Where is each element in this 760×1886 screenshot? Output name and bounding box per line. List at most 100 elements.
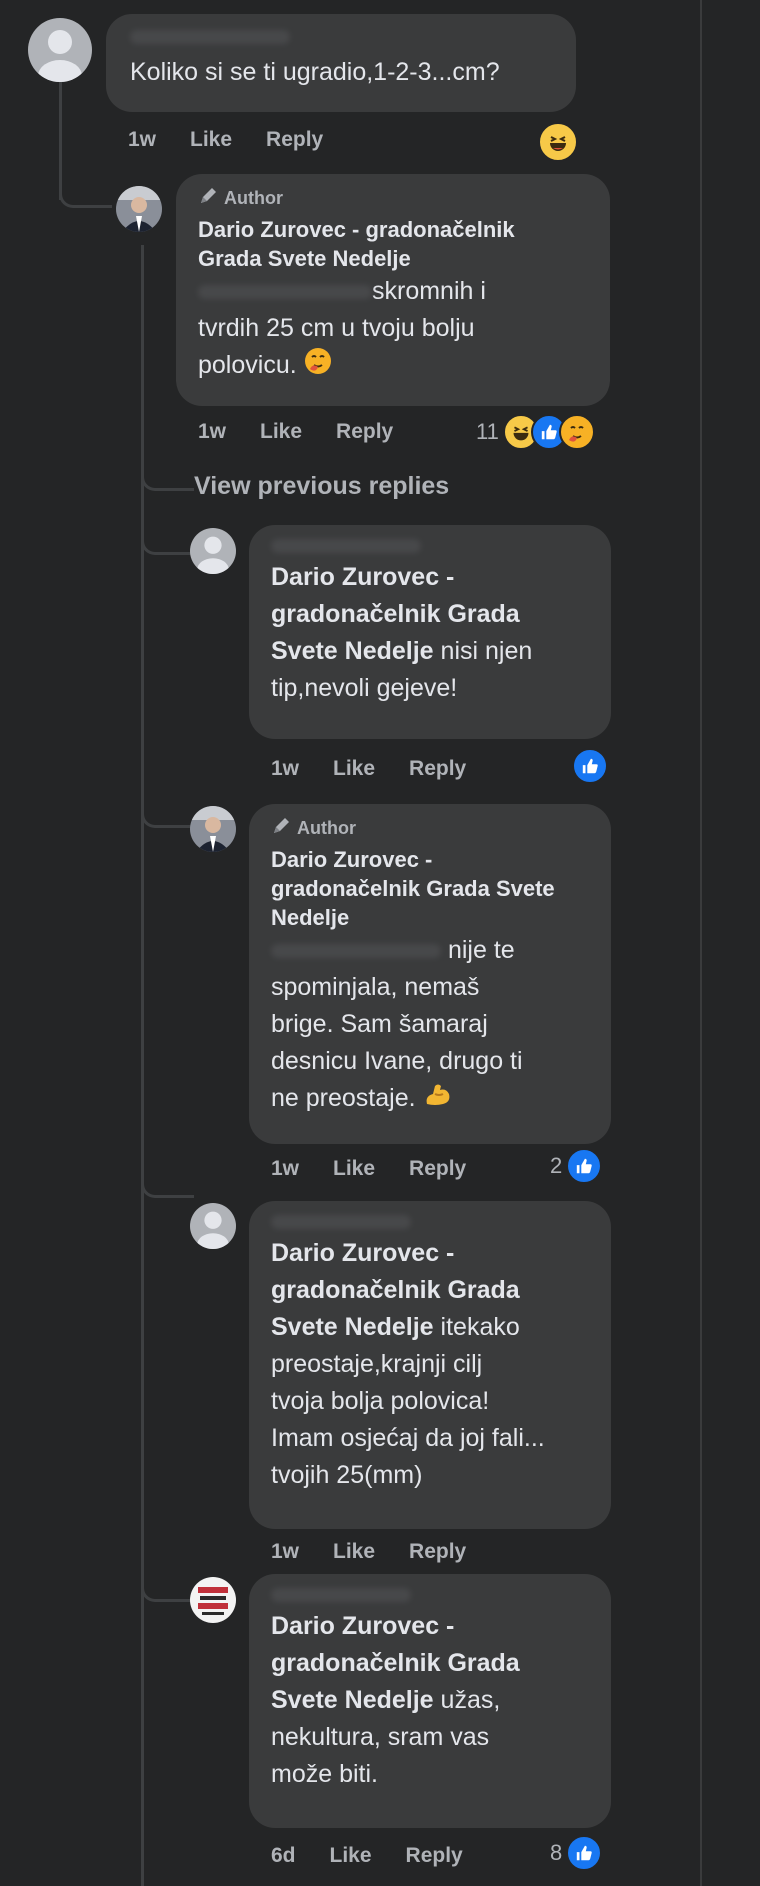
- mention-link[interactable]: Dario Zurovec -: [271, 1239, 454, 1267]
- comment-text: Dario Zurovec - gradonačelnik Grada Svet…: [271, 1608, 589, 1793]
- comment-text: skromnih i tvrdih 25 cm u tvoju bolju po…: [198, 273, 588, 386]
- blurred-commenter-name: [130, 28, 552, 46]
- text-line: preostaje,krajnji cilj: [271, 1350, 483, 1378]
- care-face-icon: [558, 414, 595, 450]
- like-button[interactable]: Like: [333, 1540, 375, 1564]
- thread-elbow-5: [141, 1150, 194, 1198]
- reaction-summary[interactable]: [536, 122, 578, 162]
- comment-bubble: Dario Zurovec - gradonačelnik Grada Svet…: [249, 525, 611, 739]
- text-line: nije te: [447, 936, 515, 964]
- reply-button[interactable]: Reply: [409, 1540, 466, 1564]
- comment-bubble: Author Dario Zurovec - gradonačelnik Gra…: [176, 174, 610, 406]
- blurred-commenter-name: [271, 1213, 589, 1231]
- thread-elbow-3: [141, 510, 194, 555]
- comment-bubble: Dario Zurovec - gradonačelnik Grada Svet…: [249, 1574, 611, 1828]
- author-avatar[interactable]: [116, 186, 162, 232]
- author-badge-label: Author: [224, 188, 283, 208]
- thumbs-up-icon: [566, 1148, 603, 1184]
- reaction-summary[interactable]: 8: [550, 1835, 603, 1871]
- reaction-summary[interactable]: 2: [550, 1148, 603, 1184]
- thread-elbow-2: [141, 440, 194, 491]
- thread-line-replies: [141, 245, 144, 1886]
- timestamp[interactable]: 1w: [271, 1157, 299, 1181]
- text-line: ne preostaje.: [271, 1084, 416, 1113]
- reply-button[interactable]: Reply: [409, 1157, 466, 1181]
- text-line: itekako: [440, 1313, 520, 1341]
- commenter-name-line: Dario Zurovec - gradonačelnik: [198, 217, 515, 242]
- pencil-icon: [198, 186, 218, 211]
- comment-actions: 1w Like Reply: [271, 1157, 500, 1181]
- timestamp[interactable]: 6d: [271, 1844, 296, 1868]
- laughing-face-icon: [538, 122, 578, 162]
- comment-actions: 6d Like Reply: [271, 1844, 497, 1868]
- reaction-count: 11: [476, 419, 499, 444]
- text-line: skromnih i: [372, 277, 486, 305]
- author-badge: Author: [198, 186, 588, 211]
- mention-link[interactable]: gradonačelnik Grada: [271, 1649, 520, 1677]
- mention-link[interactable]: Svete Nedelje: [271, 1686, 434, 1714]
- mention-link[interactable]: Svete Nedelje: [271, 1313, 434, 1341]
- reply-button[interactable]: Reply: [406, 1844, 463, 1868]
- comment-text: Dario Zurovec - gradonačelnik Grada Svet…: [271, 559, 589, 707]
- comment-actions: 1w Like Reply: [271, 1540, 500, 1564]
- timestamp[interactable]: 1w: [271, 1540, 299, 1564]
- author-badge-label: Author: [297, 818, 356, 838]
- thumbs-up-icon: [572, 748, 608, 784]
- like-button[interactable]: Like: [190, 128, 232, 152]
- comment-text: Dario Zurovec - gradonačelnik Grada Svet…: [271, 1235, 589, 1494]
- timestamp[interactable]: 1w: [128, 128, 156, 152]
- text-line: užas,: [440, 1686, 501, 1714]
- default-avatar-icon[interactable]: [190, 1203, 236, 1249]
- timestamp[interactable]: 1w: [271, 757, 299, 781]
- mention-link[interactable]: Dario Zurovec -: [271, 1612, 454, 1640]
- reaction-summary[interactable]: 11: [476, 414, 595, 450]
- commenter-name-line: Nedelje: [271, 905, 350, 930]
- text-line: Imam osjećaj da joj fali...: [271, 1424, 545, 1452]
- mention-link[interactable]: gradonačelnik Grada: [271, 1276, 520, 1304]
- blurred-commenter-name: [271, 537, 589, 555]
- thread-elbow-6: [141, 1550, 194, 1602]
- mention-link[interactable]: Dario Zurovec -: [271, 563, 454, 591]
- text-line: brige. Sam šamaraj: [271, 1010, 488, 1038]
- blurred-mention: [198, 285, 372, 300]
- like-button[interactable]: Like: [333, 1157, 375, 1181]
- text-line: spominjala, nemaš: [271, 973, 480, 1001]
- comment-text: Koliko si se ti ugradio,1-2-3...cm?: [130, 58, 500, 86]
- reply-button[interactable]: Reply: [409, 757, 466, 781]
- author-avatar[interactable]: [190, 806, 236, 852]
- thumbs-up-icon: [566, 1835, 603, 1871]
- commenter-name[interactable]: Dario Zurovec - gradonačelnik Grada Svet…: [198, 215, 588, 273]
- author-badge: Author: [271, 816, 589, 841]
- reply-button[interactable]: Reply: [266, 128, 323, 152]
- text-line: tvrdih 25 cm u tvoju bolju: [198, 314, 475, 342]
- reaction-count: 2: [550, 1153, 563, 1178]
- blurred-commenter-name: [271, 1586, 589, 1604]
- mention-link[interactable]: Svete Nedelje: [271, 637, 434, 665]
- timestamp[interactable]: 1w: [198, 420, 226, 444]
- right-edge-divider: [700, 0, 702, 1886]
- thread-elbow-4: [141, 780, 194, 828]
- text-line: tvojih 25(mm): [271, 1461, 423, 1489]
- text-line: polovicu.: [198, 351, 297, 380]
- thread-elbow-1: [59, 150, 112, 208]
- text-line: desnicu Ivane, drugo ti: [271, 1047, 523, 1075]
- like-button[interactable]: Like: [330, 1844, 372, 1868]
- default-avatar-icon[interactable]: [28, 18, 92, 82]
- view-previous-replies[interactable]: View previous replies: [194, 472, 449, 501]
- commenter-name-line: Dario Zurovec -: [271, 847, 433, 872]
- like-button[interactable]: Like: [260, 420, 302, 444]
- reply-button[interactable]: Reply: [336, 420, 393, 444]
- like-button[interactable]: Like: [333, 757, 375, 781]
- flexed-biceps-icon: [423, 1080, 453, 1119]
- default-avatar-icon[interactable]: [190, 528, 236, 574]
- pencil-icon: [271, 816, 291, 841]
- mention-link[interactable]: gradonačelnik Grada: [271, 600, 520, 628]
- reaction-count: 8: [550, 1840, 563, 1865]
- reaction-summary[interactable]: [570, 748, 608, 784]
- commenter-name[interactable]: Dario Zurovec - gradonačelnik Grada Svet…: [271, 845, 589, 932]
- comment-actions: 1w Like Reply: [271, 757, 500, 781]
- blurred-mention: [271, 944, 441, 959]
- commenter-avatar[interactable]: [190, 1577, 236, 1623]
- text-line: tip,nevoli gejeve!: [271, 674, 458, 702]
- text-line: nisi njen: [440, 637, 533, 665]
